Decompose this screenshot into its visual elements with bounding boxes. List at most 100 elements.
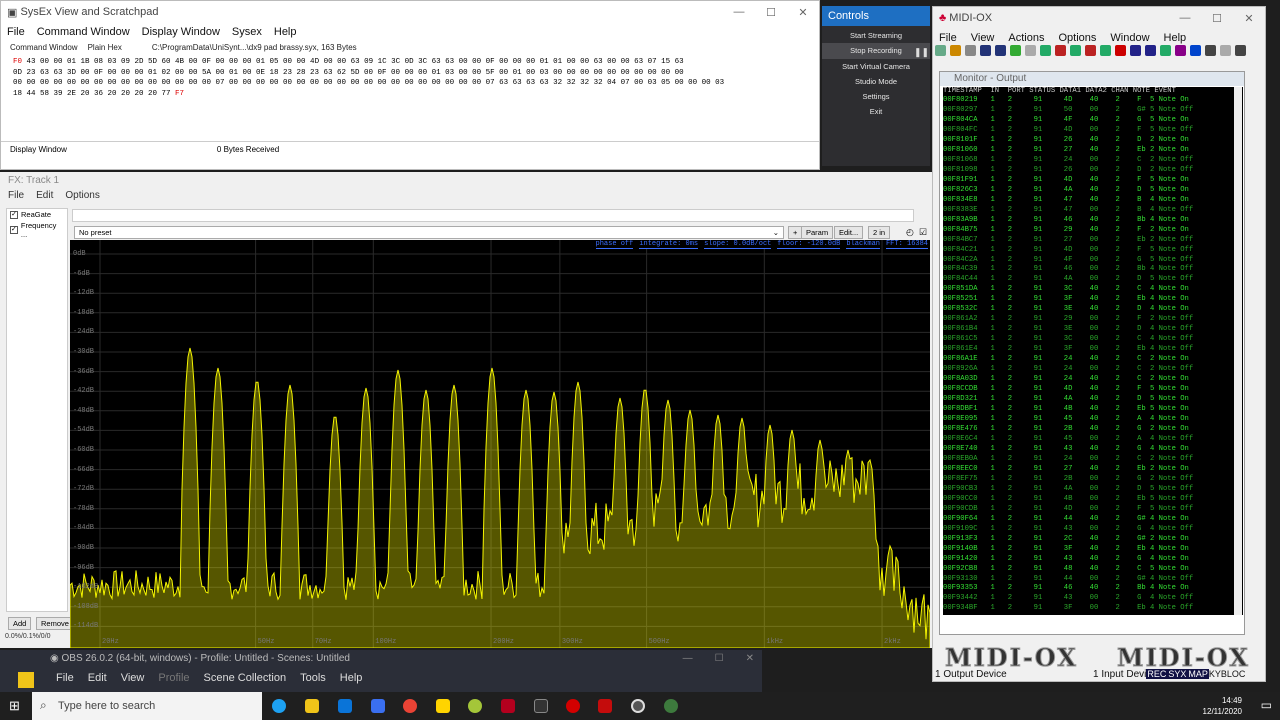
- obs-menu-profile[interactable]: Profile: [158, 672, 189, 688]
- maximize-icon[interactable]: ☐: [755, 6, 787, 19]
- app-red-icon[interactable]: [501, 699, 515, 713]
- toolbar-tool-icon[interactable]: [1085, 45, 1096, 56]
- media-icon[interactable]: [566, 699, 580, 713]
- start-streaming-button[interactable]: Start Streaming: [822, 28, 930, 43]
- minimize-icon[interactable]: —: [723, 6, 755, 19]
- minimize-icon[interactable]: —: [1169, 12, 1201, 25]
- menu-file[interactable]: File: [7, 26, 25, 38]
- minimize-icon[interactable]: —: [683, 653, 693, 667]
- studio-mode-button[interactable]: Studio Mode: [822, 74, 930, 89]
- exit-button[interactable]: Exit: [822, 104, 930, 119]
- midiox-menu-view[interactable]: View: [971, 32, 995, 44]
- toolbar-tool-icon[interactable]: [1010, 45, 1021, 56]
- monitor-scrollbar[interactable]: [1234, 87, 1242, 615]
- close-icon[interactable]: ✕: [1233, 12, 1265, 25]
- toolbar-tool-icon[interactable]: [1145, 45, 1156, 56]
- notification-icon[interactable]: ▭: [1261, 698, 1272, 712]
- preset-select[interactable]: No preset ⌄: [74, 226, 784, 239]
- obs-menu-edit[interactable]: Edit: [88, 672, 107, 688]
- toolbar-tool-icon[interactable]: [1220, 45, 1231, 56]
- android-icon[interactable]: [468, 699, 482, 713]
- obs-menu-file[interactable]: File: [56, 672, 74, 688]
- enable-checkbox-icon[interactable]: ☑: [919, 227, 927, 238]
- midiox-menu-help[interactable]: Help: [1164, 32, 1187, 44]
- windows-start-icon[interactable]: ⊞: [9, 698, 20, 714]
- toolbar-tool-icon[interactable]: [1100, 45, 1111, 56]
- taskbar-search[interactable]: ⌕ Type here to search: [32, 692, 262, 720]
- fx-menu-file[interactable]: File: [8, 190, 24, 203]
- store-icon[interactable]: [371, 699, 385, 713]
- app-banner-icon[interactable]: [598, 699, 612, 713]
- stat-fft[interactable]: FFT: 16384: [885, 240, 928, 249]
- close-icon[interactable]: ✕: [787, 6, 819, 19]
- toolbar-tool-icon[interactable]: [1025, 45, 1036, 56]
- toolbar-tool-icon[interactable]: [1205, 45, 1216, 56]
- obs-menu-help[interactable]: Help: [340, 672, 363, 688]
- edge-icon[interactable]: [272, 699, 286, 713]
- toolbar-tool-icon[interactable]: [1055, 45, 1066, 56]
- midiox-menu-options[interactable]: Options: [1058, 32, 1096, 44]
- obs-titlebar[interactable]: ◉ OBS 26.0.2 (64-bit, windows) - Profile…: [42, 650, 762, 670]
- hex-dump[interactable]: F0 43 00 00 01 1B 08 03 09 2D 5D 60 4B 0…: [1, 55, 819, 101]
- toolbar-tool-icon[interactable]: [1190, 45, 1201, 56]
- mail-icon[interactable]: [338, 699, 352, 713]
- terminal-icon[interactable]: [534, 699, 548, 713]
- plugin-item-reagate[interactable]: ✓ ReaGate: [7, 209, 67, 220]
- folder-icon[interactable]: [18, 672, 34, 688]
- system-clock[interactable]: 14:49 12/11/2020: [1203, 695, 1242, 717]
- tray-app-icon[interactable]: [664, 699, 678, 713]
- fx-menu-edit[interactable]: Edit: [36, 190, 53, 203]
- sysex-titlebar[interactable]: ▣ SysEx View and Scratchpad — ☐ ✕: [1, 1, 819, 23]
- obs-menu-scene-collection[interactable]: Scene Collection: [204, 672, 287, 688]
- toolbar-tool-icon[interactable]: [1040, 45, 1051, 56]
- plugin-item-frequency[interactable]: ✓ Frequency ...: [7, 220, 67, 240]
- midiox-menu-actions[interactable]: Actions: [1008, 32, 1044, 44]
- obs-menu-view[interactable]: View: [121, 672, 145, 688]
- close-icon[interactable]: ✕: [746, 653, 754, 667]
- toolbar-tool-icon[interactable]: [995, 45, 1006, 56]
- toolbar-tool-icon[interactable]: [1130, 45, 1141, 56]
- remove-button[interactable]: Remove: [36, 617, 74, 630]
- chrome-icon[interactable]: [403, 699, 417, 713]
- checkbox-icon[interactable]: ✓: [10, 226, 18, 234]
- settings-button[interactable]: Settings: [822, 89, 930, 104]
- obs-menu-tools[interactable]: Tools: [300, 672, 326, 688]
- menu-command-window[interactable]: Command Window: [37, 26, 130, 38]
- maximize-icon[interactable]: ☐: [1201, 12, 1233, 25]
- menu-display-window[interactable]: Display Window: [142, 26, 220, 38]
- maximize-icon[interactable]: ☐: [715, 653, 724, 667]
- fx-menu-options[interactable]: Options: [65, 190, 99, 203]
- spectrum-analyzer[interactable]: 0dB -6dB -12dB -18dB -24dB -30dB -36dB -42dB -48…: [70, 240, 930, 648]
- menu-sysex[interactable]: Sysex: [232, 26, 262, 38]
- bypass-icon[interactable]: ◴: [906, 227, 914, 238]
- stat-floor[interactable]: floor: -120.0dB: [777, 240, 841, 249]
- stat-phase[interactable]: phase off: [595, 240, 634, 249]
- toolbar-tool-icon[interactable]: [1115, 45, 1126, 56]
- explorer-icon[interactable]: [305, 699, 319, 713]
- stat-slope[interactable]: slope: 0.0dB/oct: [704, 240, 772, 249]
- checkbox-icon[interactable]: ✓: [10, 210, 18, 219]
- pause-icon[interactable]: ❚❚: [914, 47, 929, 58]
- stat-window[interactable]: blackman: [846, 240, 880, 249]
- toolbar-tool-icon[interactable]: [1175, 45, 1186, 56]
- sticky-notes-icon[interactable]: [436, 699, 450, 713]
- toolbar-tool-icon[interactable]: [1070, 45, 1081, 56]
- monitor-log[interactable]: TIMESTAMP IN PORT STATUS DATA1 DATA2 CHA…: [943, 87, 1243, 615]
- toolbar-tool-icon[interactable]: [950, 45, 961, 56]
- midiox-titlebar[interactable]: ♣ MIDI-OX — ☐ ✕: [933, 7, 1265, 29]
- edit-button[interactable]: Edit...: [834, 226, 864, 239]
- analyzer-stats[interactable]: phase off integrate: 0ms slope: 0.0dB/oc…: [595, 240, 928, 249]
- io-button[interactable]: 2 in: [868, 226, 891, 239]
- toolbar-tool-icon[interactable]: [965, 45, 976, 56]
- toolbar-tool-icon[interactable]: [1235, 45, 1246, 56]
- toolbar-tool-icon[interactable]: [1160, 45, 1171, 56]
- obs-taskbar-icon[interactable]: [631, 699, 645, 713]
- midiox-menu-window[interactable]: Window: [1110, 32, 1149, 44]
- add-button[interactable]: Add: [8, 617, 32, 630]
- toolbar-tool-icon[interactable]: [935, 45, 946, 56]
- stat-integrate[interactable]: integrate: 0ms: [639, 240, 699, 249]
- toolbar-tool-icon[interactable]: [980, 45, 991, 56]
- start-virtual-camera-button[interactable]: Start Virtual Camera: [822, 59, 930, 74]
- menu-help[interactable]: Help: [274, 26, 297, 38]
- midiox-menu-file[interactable]: File: [939, 32, 957, 44]
